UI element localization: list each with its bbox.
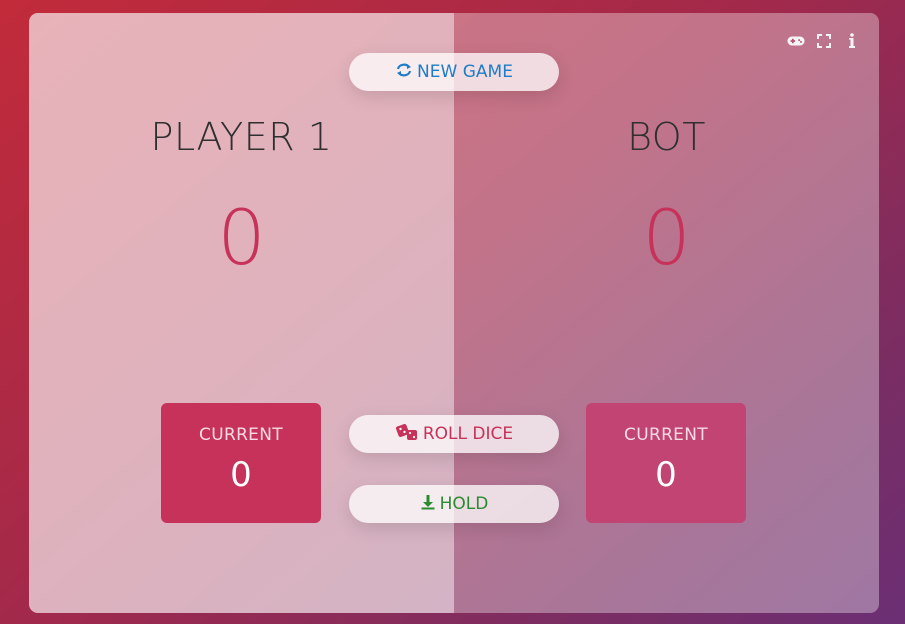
gamepad-icon[interactable] — [787, 33, 805, 49]
hold-label: HOLD — [439, 494, 489, 514]
top-toolbar — [787, 33, 861, 49]
bot-current-label: CURRENT — [624, 425, 708, 445]
dice-icon — [395, 423, 423, 446]
hold-button[interactable]: HOLD — [349, 485, 559, 523]
new-game-button[interactable]: NEW GAME — [349, 53, 559, 91]
download-icon — [420, 494, 440, 515]
roll-dice-button[interactable]: ROLL DICE — [349, 415, 559, 453]
bot-total-score: 0 — [642, 193, 691, 282]
game-board: PLAYER 1 0 CURRENT 0 BOT 0 CURRENT 0 NEW… — [29, 13, 879, 613]
fullscreen-icon[interactable] — [815, 33, 833, 49]
player-1-current-label: CURRENT — [199, 425, 283, 445]
player-1-total-score: 0 — [217, 193, 266, 282]
bot-name: BOT — [627, 115, 706, 159]
bot-panel: BOT 0 CURRENT 0 — [454, 13, 879, 613]
refresh-icon — [395, 62, 417, 83]
player-1-name: PLAYER 1 — [150, 115, 333, 159]
bot-current-score: 0 — [655, 455, 677, 495]
info-icon[interactable] — [843, 33, 861, 49]
player-1-current-box: CURRENT 0 — [161, 403, 321, 523]
player-1-panel: PLAYER 1 0 CURRENT 0 — [29, 13, 454, 613]
bot-current-box: CURRENT 0 — [586, 403, 746, 523]
player-1-current-score: 0 — [230, 455, 252, 495]
roll-dice-label: ROLL DICE — [422, 424, 514, 444]
new-game-label: NEW GAME — [417, 62, 513, 82]
